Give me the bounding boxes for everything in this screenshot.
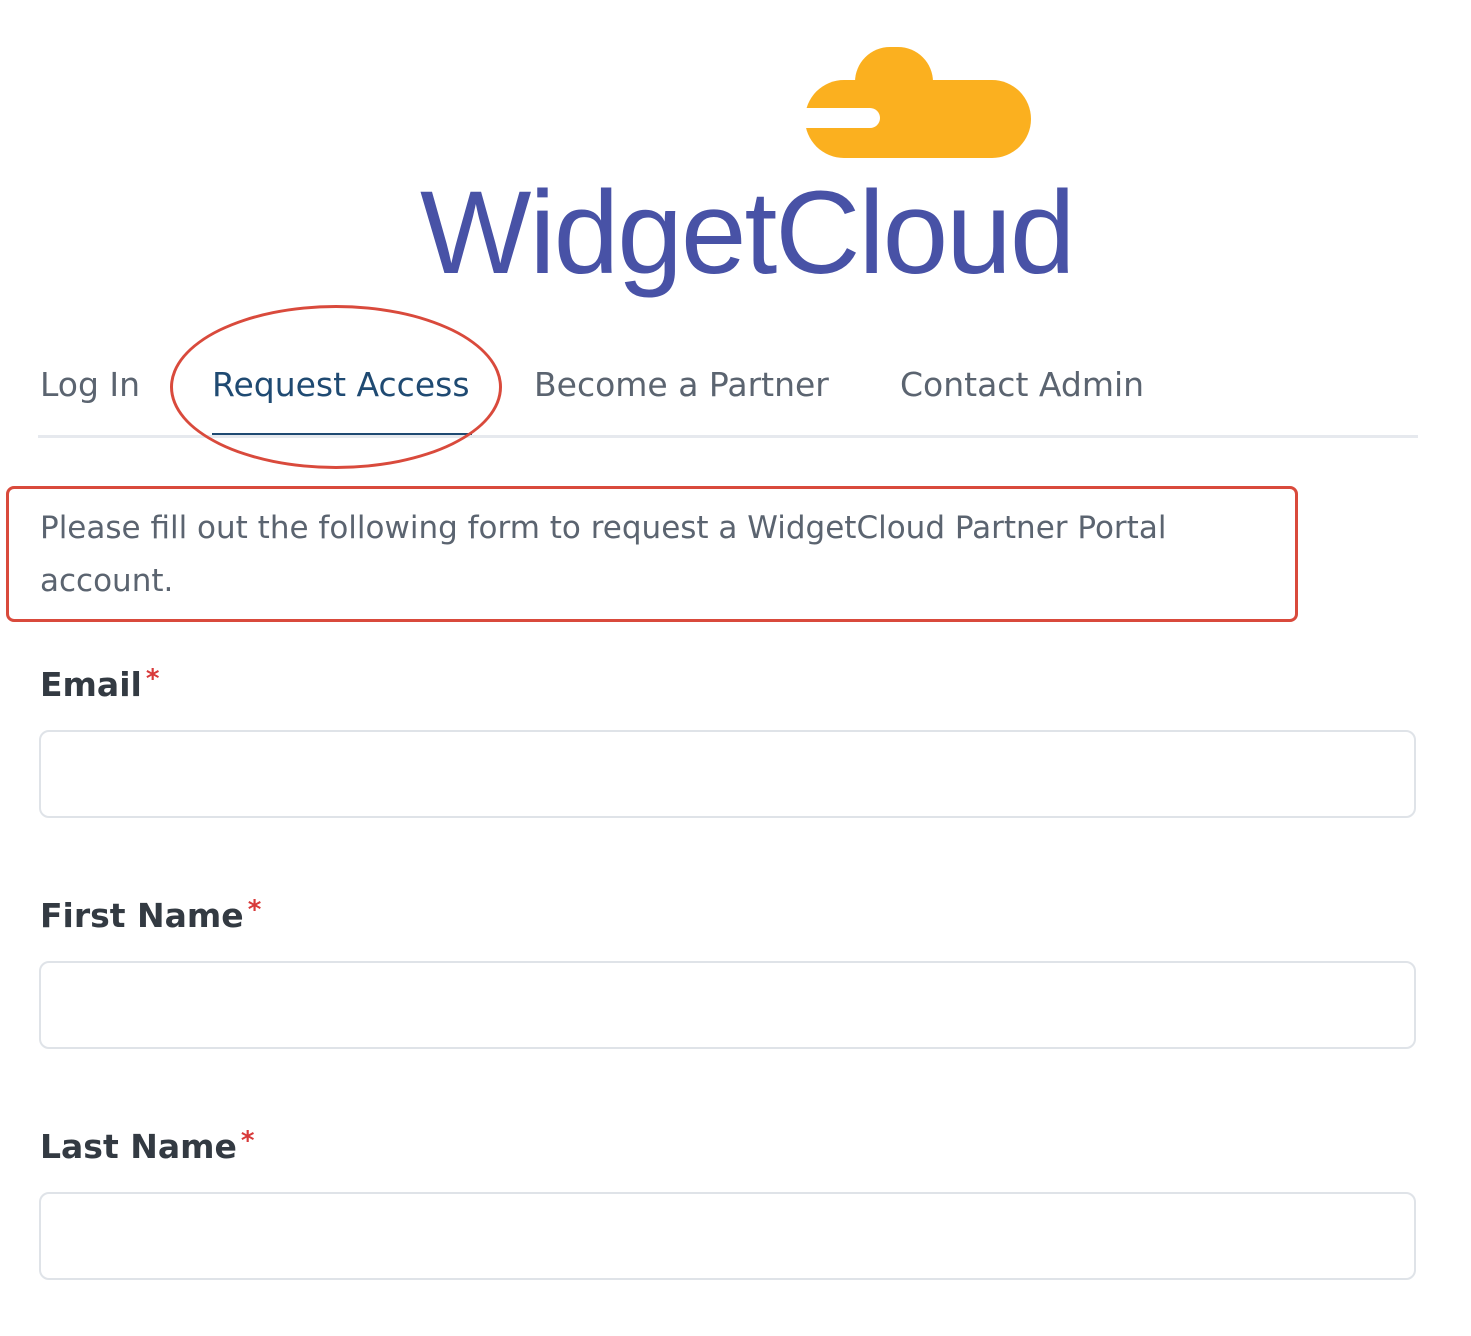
last-name-label: Last Name * — [40, 1125, 254, 1169]
required-marker: * — [145, 664, 160, 694]
cloud-logo-icon — [800, 47, 1031, 158]
first-name-label-text: First Name — [40, 896, 244, 935]
last-name-label-text: Last Name — [40, 1127, 237, 1166]
tab-become-a-partner[interactable]: Become a Partner — [534, 363, 829, 407]
required-marker: * — [247, 895, 262, 925]
first-name-label: First Name * — [40, 894, 261, 938]
tab-log-in[interactable]: Log In — [40, 363, 140, 407]
email-label: Email * — [40, 663, 159, 707]
required-marker: * — [240, 1126, 255, 1156]
logo-wordmark: WidgetCloud — [420, 167, 1076, 299]
first-name-field[interactable] — [39, 961, 1416, 1049]
tab-contact-admin[interactable]: Contact Admin — [900, 363, 1144, 407]
last-name-field[interactable] — [39, 1192, 1416, 1280]
email-field[interactable] — [39, 730, 1416, 818]
email-label-text: Email — [40, 665, 142, 704]
request-access-page: WidgetCloud Log In Request Access Become… — [0, 0, 1471, 1336]
annotation-ellipse-highlight — [170, 305, 502, 469]
annotation-rect-highlight — [6, 486, 1298, 622]
